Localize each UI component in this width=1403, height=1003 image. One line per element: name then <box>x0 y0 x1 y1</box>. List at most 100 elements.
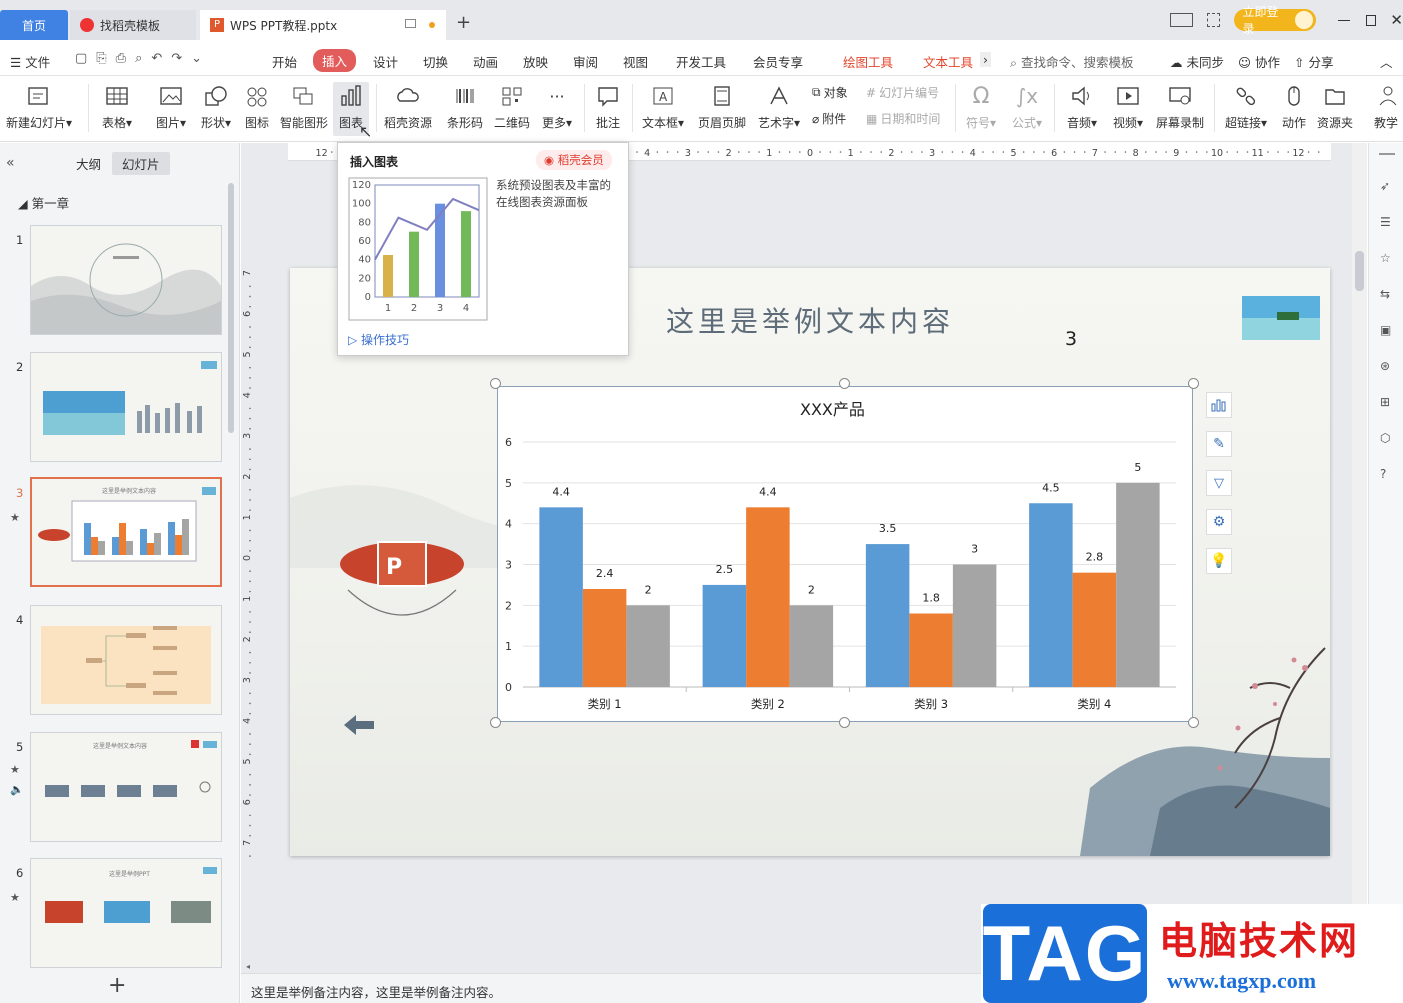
file-menu[interactable]: ☰ 文件 <box>10 52 50 71</box>
qrcode-button[interactable]: 二维码 <box>492 82 532 131</box>
tab-animation[interactable]: 动画 <box>473 52 498 71</box>
tab-docer-templates[interactable]: 找稻壳模板 <box>70 10 196 40</box>
teaching-button[interactable]: 教学 <box>1372 82 1400 131</box>
tab-developer[interactable]: 开发工具 <box>676 52 726 71</box>
formula-button[interactable]: ∫x 公式▾ <box>1008 82 1046 131</box>
beach-photo-image[interactable] <box>1242 296 1320 340</box>
tab-review[interactable]: 审阅 <box>573 52 598 71</box>
audio-button[interactable]: 音频▾ <box>1062 82 1102 131</box>
chart-container[interactable]: XXX产品 4.4 2.4 2 2.5 4.4 2 3.5 1.8 3 4.5 2.8 5 0 1 2 3 4… <box>497 386 1193 722</box>
chart-style-button[interactable]: ✎ <box>1206 431 1232 457</box>
new-slide-button[interactable]: 新建幻灯片▾ <box>6 82 72 131</box>
back-arrow-icon[interactable] <box>342 713 376 737</box>
symbol-button[interactable]: Ω 符号▾ <box>962 82 1000 131</box>
sliders-icon[interactable]: ☰ <box>1380 215 1394 229</box>
resize-handle[interactable] <box>490 717 501 728</box>
slide-number-button[interactable]: # 幻灯片编号 <box>866 84 939 101</box>
minimize-icon[interactable] <box>1338 19 1350 21</box>
slide-thumbnail[interactable] <box>30 605 222 715</box>
table-button[interactable]: 表格▾ <box>98 82 136 131</box>
star-icon[interactable]: ☆ <box>1380 251 1394 265</box>
wordart-button[interactable]: 艺术字▾ <box>756 82 802 131</box>
rocket-icon[interactable]: ➶ <box>1380 179 1394 193</box>
book-search-icon[interactable]: ⊞ <box>1380 395 1394 409</box>
cube-icon[interactable]: ⬡ <box>1380 431 1394 445</box>
icons-button[interactable]: 图标 <box>243 82 271 131</box>
tab-transition[interactable]: 切换 <box>423 52 448 71</box>
slide-thumbnail[interactable]: 这里是举例PPT <box>30 858 222 968</box>
monitor-icon[interactable] <box>405 19 416 28</box>
panel-scrollbar[interactable] <box>228 183 234 433</box>
shape-button[interactable]: 形状▾ <box>197 82 235 131</box>
resize-handle[interactable] <box>490 378 501 389</box>
tab-design[interactable]: 设计 <box>373 52 398 71</box>
tab-drawing-tools[interactable]: 绘图工具 <box>843 52 893 71</box>
hyperlink-button[interactable]: 超链接▾ <box>1222 82 1270 131</box>
attachment-button[interactable]: ⌀ 附件 <box>812 110 846 127</box>
notes-pane[interactable]: 这里是举例备注内容，这里是举例备注内容。 <box>241 973 981 1003</box>
slide-thumbnail[interactable]: 这里是举例文本内容 <box>30 732 222 842</box>
textbox-button[interactable]: A 文本框▾ <box>638 82 688 131</box>
chart-tips-button[interactable]: 💡 <box>1206 548 1232 574</box>
window-layout-icon[interactable] <box>1170 13 1194 27</box>
collapse-ribbon-icon[interactable]: ︿ <box>1380 52 1393 71</box>
vertical-scrollbar[interactable] <box>1352 143 1367 973</box>
close-icon[interactable]: ✕ <box>1390 11 1403 29</box>
more-button[interactable]: ··· 更多▾ <box>538 82 576 131</box>
tab-outline[interactable]: 大纲 <box>76 154 101 173</box>
quick-access-icons[interactable]: ▢⎘⎙⌕↶↷⌄ <box>75 51 211 66</box>
resize-handle[interactable] <box>839 717 850 728</box>
date-time-button[interactable]: ▦ 日期和时间 <box>866 110 940 127</box>
chart-title[interactable]: XXX产品 <box>800 400 865 419</box>
resize-handle[interactable] <box>1188 717 1199 728</box>
collab-button[interactable]: ☺ 协作 <box>1238 52 1280 71</box>
tab-home[interactable]: 首页 <box>0 10 68 40</box>
compass-icon[interactable]: ⊛ <box>1380 359 1394 373</box>
screen-record-button[interactable]: 屏幕录制 <box>1154 82 1206 131</box>
sync-button[interactable]: ☁ 未同步 <box>1170 52 1224 71</box>
switch-icon[interactable]: ⇆ <box>1380 287 1394 301</box>
tab-member[interactable]: 会员专享 <box>753 52 803 71</box>
docer-resource-button[interactable]: 稻壳资源 <box>382 82 434 131</box>
slide-thumbnail[interactable] <box>30 225 222 335</box>
login-button[interactable]: 立即登录 <box>1234 5 1317 36</box>
scroll-thumb[interactable] <box>1355 251 1364 291</box>
menu-collapse-icon[interactable] <box>1379 153 1395 155</box>
bar-chart[interactable]: XXX产品 4.4 2.4 2 2.5 4.4 2 3.5 1.8 3 4.5 2.8 5 0 1 2 3 4… <box>498 387 1192 721</box>
video-button[interactable]: 视频▾ <box>1108 82 1148 131</box>
tab-insert[interactable]: 插入 <box>313 49 357 72</box>
collapse-panel-icon[interactable]: « <box>6 155 15 171</box>
section-header[interactable]: ◢ 第一章 <box>18 193 69 212</box>
share-button[interactable]: ⇧ 分享 <box>1294 52 1333 71</box>
resize-handle[interactable] <box>839 378 850 389</box>
help-icon[interactable]: ? <box>1380 467 1394 481</box>
tab-document[interactable]: P WPS PPT教程.pptx <box>200 10 446 40</box>
slide-thumbnail[interactable] <box>30 352 222 462</box>
slide-number-label[interactable]: 3 <box>1065 328 1077 350</box>
scroll-left-icon[interactable]: ◂ <box>246 962 250 971</box>
tab-view[interactable]: 视图 <box>623 52 648 71</box>
tab-text-tools[interactable]: 文本工具 <box>923 52 973 71</box>
more-tabs-chevron-icon[interactable]: › <box>980 52 991 67</box>
header-footer-button[interactable]: 页眉页脚 <box>696 82 748 131</box>
add-slide-button[interactable]: + <box>108 973 126 998</box>
horizontal-scrollbar[interactable]: ◂ <box>241 960 981 973</box>
object-button[interactable]: ⧉ 对象 <box>812 84 848 101</box>
tab-slides[interactable]: 幻灯片 <box>112 152 170 175</box>
smartart-button[interactable]: 智能图形 <box>280 82 328 131</box>
resource-folder-button[interactable]: 资源夹 <box>1314 82 1356 131</box>
maximize-icon[interactable] <box>1365 14 1377 26</box>
member-badge[interactable]: ◉ 稻壳会员 <box>536 150 612 170</box>
action-button[interactable]: 动作 <box>1278 82 1310 131</box>
chart-filter-button[interactable]: ▽ <box>1206 470 1232 496</box>
picture-button[interactable]: 图片▾ <box>152 82 190 131</box>
resize-handle[interactable] <box>1188 378 1199 389</box>
tips-link[interactable]: ▷ 操作技巧 <box>348 331 409 348</box>
image-icon[interactable]: ▣ <box>1380 323 1394 337</box>
search-command[interactable]: ⌕ 查找命令、搜索模板 <box>1010 52 1134 71</box>
ppt-logo-image[interactable]: P <box>338 530 466 620</box>
new-tab-button[interactable]: + <box>456 12 471 33</box>
slide-thumbnail-selected[interactable]: 这里是举例文本内容 <box>30 477 222 587</box>
grid-apps-icon[interactable] <box>1207 13 1221 27</box>
tab-slideshow[interactable]: 放映 <box>523 52 548 71</box>
